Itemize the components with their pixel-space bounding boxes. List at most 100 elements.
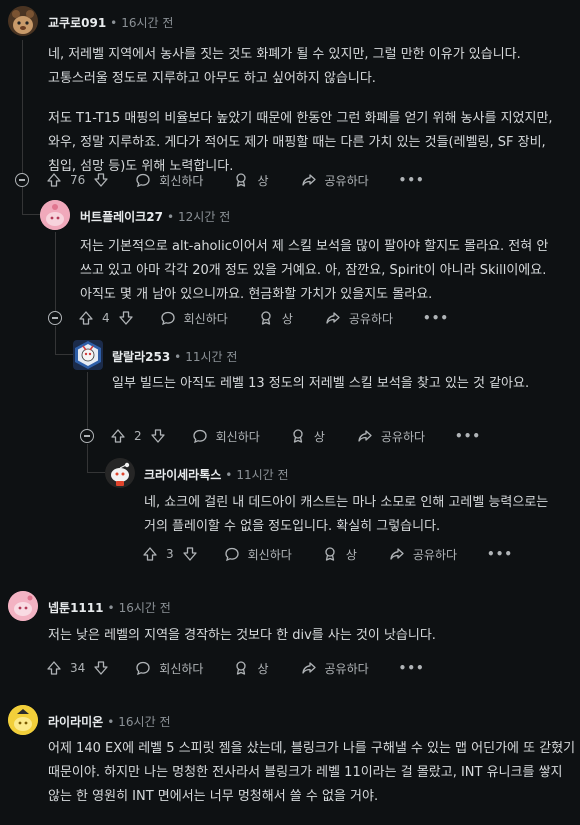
author-name[interactable]: 넵툰1111 [48,601,103,615]
collapse-icon[interactable] [15,173,29,187]
downvote-icon[interactable] [148,426,168,446]
author-name[interactable]: 교쿠로091 [48,16,106,30]
share-icon [299,170,319,190]
thread-line [87,372,88,430]
downvote-icon[interactable] [91,658,111,678]
timestamp[interactable]: 11시간 전 [236,468,288,482]
timestamp[interactable]: 12시간 전 [178,210,230,224]
separator-dot: • [174,350,182,364]
reply-label: 회신하다 [159,661,204,676]
share-label: 공유하다 [324,661,369,676]
comment-icon [222,544,242,564]
vote-count: 4 [102,311,110,325]
separator-dot: • [107,601,115,615]
comment-paragraph: 어제 140 EX에 레벨 5 스피릿 젬을 샀는데, 블링크가 나를 구해낼 … [48,741,576,804]
avatar[interactable] [8,6,38,36]
share-icon [299,658,319,678]
share-button[interactable]: 공유하다 [323,308,393,328]
upvote-icon[interactable] [140,544,160,564]
more-icon[interactable]: ••• [399,173,425,187]
award-button[interactable]: 상 [231,170,269,190]
share-label: 공유하다 [412,547,458,562]
comment-paragraph: 저는 기본적으로 alt-aholic이어서 제 스킬 보석을 많이 팔아야 할… [80,239,549,302]
reply-button[interactable]: 회신하다 [133,170,203,190]
comment-actions: 3 회신하다 상 공유하다 ••• [140,542,513,566]
collapse-icon[interactable] [80,429,94,443]
reply-label: 회신하다 [247,547,292,562]
avatar[interactable] [8,705,38,735]
award-button[interactable]: 상 [288,426,325,446]
share-label: 공유하다 [348,311,394,326]
timestamp[interactable]: 16시간 전 [119,601,171,615]
comment-actions: 34 회신하다 상 공유하다 ••• [44,656,425,680]
avatar-image [8,591,38,621]
share-button[interactable]: 공유하다 [387,544,457,564]
more-icon[interactable]: ••• [423,311,449,325]
downvote-icon[interactable] [116,308,136,328]
comment-actions: 4 회신하다 상 공유하다 ••• [76,306,449,330]
share-icon [387,544,407,564]
award-button[interactable]: 상 [320,544,357,564]
avatar-image [40,200,70,230]
avatar[interactable] [73,340,103,370]
share-button[interactable]: 공유하다 [299,170,369,190]
reply-label: 회신하다 [159,173,204,188]
share-label: 공유하다 [324,173,369,188]
upvote-icon[interactable] [76,308,96,328]
award-button[interactable]: 상 [256,308,293,328]
vote-count: 2 [134,429,142,443]
downvote-icon[interactable] [180,544,200,564]
avatar-image [8,705,38,735]
comment-body: 어제 140 EX에 레벨 5 스피릿 젬을 샀는데, 블링크가 나를 구해낼 … [48,737,576,825]
comment-header: 버트플레이크27 • 12시간 전 [80,208,230,225]
reply-label: 회신하다 [183,311,228,326]
award-label: 상 [313,429,325,444]
thread-line [22,214,42,215]
timestamp[interactable]: 16시간 전 [121,16,173,30]
downvote-icon[interactable] [91,170,111,190]
more-icon[interactable]: ••• [399,661,425,675]
reply-button[interactable]: 회신하다 [190,426,260,446]
comment-header: 크라이세라톡스 • 11시간 전 [144,466,289,483]
thread-line [55,326,56,354]
author-name[interactable]: 버트플레이크27 [80,210,163,224]
comment-actions: 76 회신하다 상 공유하다 ••• [44,168,425,192]
comment-header: 라이라미온 • 16시간 전 [48,713,171,730]
award-icon [231,170,251,190]
thread-line [87,444,88,472]
vote-count: 3 [166,547,174,561]
award-icon [288,426,308,446]
separator-dot: • [225,468,233,482]
upvote-icon[interactable] [44,658,64,678]
timestamp[interactable]: 16시간 전 [118,715,170,729]
avatar-image [105,458,135,488]
author-name[interactable]: 라이라미온 [48,715,103,729]
avatar[interactable] [40,200,70,230]
timestamp[interactable]: 11시간 전 [185,350,237,364]
author-name[interactable]: 랄랄라253 [112,350,170,364]
award-button[interactable]: 상 [231,658,269,678]
upvote-icon[interactable] [108,426,128,446]
upvote-icon[interactable] [44,170,64,190]
reply-button[interactable]: 회신하다 [133,658,203,678]
comment-icon [133,658,153,678]
avatar[interactable] [105,458,135,488]
author-name[interactable]: 크라이세라톡스 [144,468,221,482]
reply-label: 회신하다 [215,429,260,444]
reply-button[interactable]: 회신하다 [158,308,228,328]
vote-count: 34 [70,661,86,675]
avatar[interactable] [8,591,38,621]
award-icon [256,308,276,328]
comment-icon [158,308,178,328]
share-button[interactable]: 공유하다 [299,658,369,678]
comment-body: 일부 빌드는 아직도 레벨 13 정도의 저레벨 스킬 보석을 찾고 있는 것 … [112,372,568,412]
share-button[interactable]: 공유하다 [355,426,425,446]
more-icon[interactable]: ••• [487,547,513,561]
comment-paragraph: 네, 저레벨 지역에서 농사를 짓는 것도 화폐가 될 수 있지만, 그럴 만한… [48,47,521,86]
collapse-icon[interactable] [48,311,62,325]
reply-button[interactable]: 회신하다 [222,544,292,564]
comment-paragraph: 네, 쇼크에 걸린 내 데드아이 캐스트는 마나 소모로 인해 고레벨 능력으로… [144,495,549,534]
comment-header: 교쿠로091 • 16시간 전 [48,14,173,31]
more-icon[interactable]: ••• [455,429,481,443]
thread-line [22,186,23,214]
